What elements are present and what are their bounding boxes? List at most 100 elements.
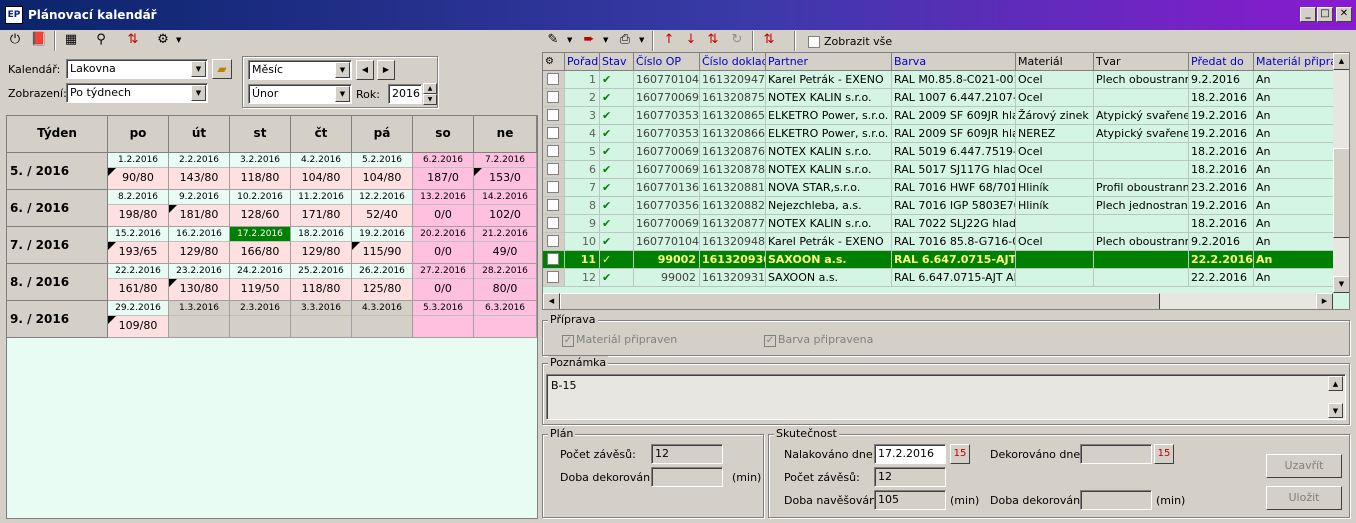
calendar-day-cell[interactable]: 10.2.2016 128/60 (230, 190, 291, 227)
row-checkbox[interactable] (547, 199, 559, 211)
year-up-button[interactable]: ▲ (423, 83, 437, 94)
column-header-cislo-dokladu[interactable]: Číslo dokladu (700, 53, 766, 71)
column-header-predat-do[interactable]: Předat do (1189, 53, 1254, 71)
column-header-cislo-op[interactable]: Číslo OP (634, 53, 700, 71)
year-input[interactable]: 2016 (388, 84, 422, 104)
week-label[interactable]: 5. / 2016 (7, 153, 108, 190)
export-icon[interactable]: ➨ (578, 30, 600, 52)
row-select-cell[interactable] (543, 71, 565, 89)
calendar-day-cell[interactable]: 2.3.2016 (230, 301, 291, 338)
row-checkbox[interactable] (547, 127, 559, 139)
calendar-day-cell[interactable]: 1.2.2016 90/80 (108, 153, 169, 190)
calendar-day-cell[interactable]: 18.2.2016 129/80 (291, 227, 352, 264)
calendar-day-cell[interactable]: 5.2.2016 104/80 (352, 153, 413, 190)
chevron-down-icon[interactable]: ▼ (567, 36, 572, 44)
calendar-day-cell[interactable]: 13.2.2016 0/0 (413, 190, 474, 227)
note-scroll-up-button[interactable]: ▲ (1328, 376, 1343, 391)
row-select-cell[interactable] (543, 233, 565, 251)
refresh-arrows-icon[interactable]: ⇅ (758, 30, 780, 52)
row-checkbox[interactable] (547, 145, 559, 157)
calendar-day-cell[interactable]: 17.2.2016 166/80 (230, 227, 291, 264)
row-checkbox[interactable] (547, 109, 559, 121)
calendar-day-cell[interactable]: 3.3.2016 (291, 301, 352, 338)
calendar-day-cell[interactable]: 25.2.2016 118/80 (291, 264, 352, 301)
calendar-day-cell[interactable]: 26.2.2016 125/80 (352, 264, 413, 301)
calendar-day-cell[interactable]: 21.2.2016 49/0 (474, 227, 537, 264)
move-up-icon[interactable]: ↑ (658, 30, 680, 52)
plan-count-input[interactable]: 12 (651, 444, 723, 464)
scroll-left-button[interactable]: ◀ (543, 293, 560, 309)
calendar-picker-icon[interactable]: 15 (1154, 444, 1174, 464)
close-button[interactable]: Uzavřít (1266, 454, 1342, 478)
row-checkbox[interactable] (547, 181, 559, 193)
row-select-cell[interactable] (543, 107, 565, 125)
horizontal-scroll-thumb[interactable] (560, 293, 1160, 309)
calendar-day-cell[interactable]: 4.2.2016 104/80 (291, 153, 352, 190)
column-header-material-pripraven[interactable]: Materiál připraven (1254, 53, 1334, 71)
next-button[interactable]: ▶ (377, 60, 395, 80)
note-textarea[interactable]: B-15 (546, 374, 1346, 420)
calendar-day-cell[interactable]: 24.2.2016 119/50 (230, 264, 291, 301)
row-select-cell[interactable] (543, 197, 565, 215)
binoculars-icon[interactable]: ⚲ (90, 30, 112, 52)
scroll-thumb[interactable] (1333, 148, 1349, 238)
calendar-day-cell[interactable]: 7.2.2016 153/0 (474, 153, 537, 190)
calendar-day-cell[interactable]: 23.2.2016 130/80 (169, 264, 230, 301)
calendar-day-cell[interactable]: 22.2.2016 161/80 (108, 264, 169, 301)
row-checkbox[interactable] (547, 217, 559, 229)
material-ready-checkbox[interactable]: ✓ (562, 335, 574, 347)
calendar-day-cell[interactable]: 28.2.2016 80/0 (474, 264, 537, 301)
row-select-cell[interactable] (543, 179, 565, 197)
calendar-day-cell[interactable]: 1.3.2016 (169, 301, 230, 338)
calendar-day-cell[interactable]: 19.2.2016 115/90 (352, 227, 413, 264)
calendar-select[interactable]: Lakovna (66, 59, 208, 79)
color-ready-checkbox[interactable]: ✓ (764, 335, 776, 347)
print-icon[interactable]: ⎙ (614, 30, 636, 52)
note-scroll-down-button[interactable]: ▼ (1328, 403, 1343, 418)
power-icon[interactable]: ⏻ (4, 30, 26, 52)
actual-count-input[interactable]: 12 (874, 467, 946, 487)
column-header-tvar[interactable]: Tvar (1094, 53, 1189, 71)
move-down-icon[interactable]: ↓ (680, 30, 702, 52)
save-button[interactable]: Uložit (1266, 486, 1342, 510)
calendar-day-cell[interactable]: 29.2.2016 109/80 (108, 301, 169, 338)
row-select-cell[interactable] (543, 269, 565, 287)
close-window-button[interactable]: ✕ (1336, 7, 1352, 22)
gear-icon[interactable]: ⚙ (152, 30, 174, 52)
chevron-down-icon[interactable]: ▼ (639, 36, 644, 44)
prev-button[interactable]: ◀ (356, 60, 374, 80)
row-checkbox[interactable] (547, 91, 559, 103)
plan-duration-input[interactable] (651, 467, 723, 487)
row-select-cell[interactable] (543, 125, 565, 143)
view-select[interactable]: Po týdnech (66, 83, 208, 103)
calendar-day-cell[interactable]: 11.2.2016 171/80 (291, 190, 352, 227)
column-header-partner[interactable]: Partner (766, 53, 892, 71)
minimize-button[interactable]: _ (1300, 7, 1316, 22)
folder-icon[interactable]: ▰ (212, 59, 232, 79)
chevron-down-icon[interactable]: ▼ (176, 36, 181, 44)
row-select-cell[interactable] (543, 215, 565, 233)
period-dropdown-button[interactable]: ▼ (335, 62, 350, 78)
view-dropdown-button[interactable]: ▼ (191, 85, 206, 101)
calendar-day-cell[interactable]: 8.2.2016 198/80 (108, 190, 169, 227)
calendar-picker-icon[interactable]: 15 (950, 444, 970, 464)
row-checkbox[interactable] (547, 73, 559, 85)
row-select-cell[interactable] (543, 89, 565, 107)
row-checkbox[interactable] (547, 235, 559, 247)
week-label[interactable]: 8. / 2016 (7, 264, 108, 301)
reload-icon[interactable]: ↻ (726, 30, 748, 52)
painted-date-input[interactable]: 17.2.2016 (874, 444, 946, 464)
column-header-settings[interactable]: ⚙ (543, 53, 565, 71)
year-down-button[interactable]: ▼ (423, 94, 437, 105)
week-label[interactable]: 7. / 2016 (7, 227, 108, 264)
column-header-stav[interactable]: Stav (600, 53, 634, 71)
column-header-barva[interactable]: Barva (892, 53, 1016, 71)
calendar-day-cell[interactable]: 20.2.2016 0/0 (413, 227, 474, 264)
calendar-day-cell[interactable]: 3.2.2016 118/80 (230, 153, 291, 190)
decor-duration-input[interactable] (1080, 490, 1152, 510)
row-checkbox[interactable] (547, 271, 559, 283)
swap-icon[interactable]: ⇅ (702, 30, 724, 52)
calendar-day-cell[interactable]: 6.2.2016 187/0 (413, 153, 474, 190)
week-label[interactable]: 6. / 2016 (7, 190, 108, 227)
row-select-cell[interactable] (543, 143, 565, 161)
